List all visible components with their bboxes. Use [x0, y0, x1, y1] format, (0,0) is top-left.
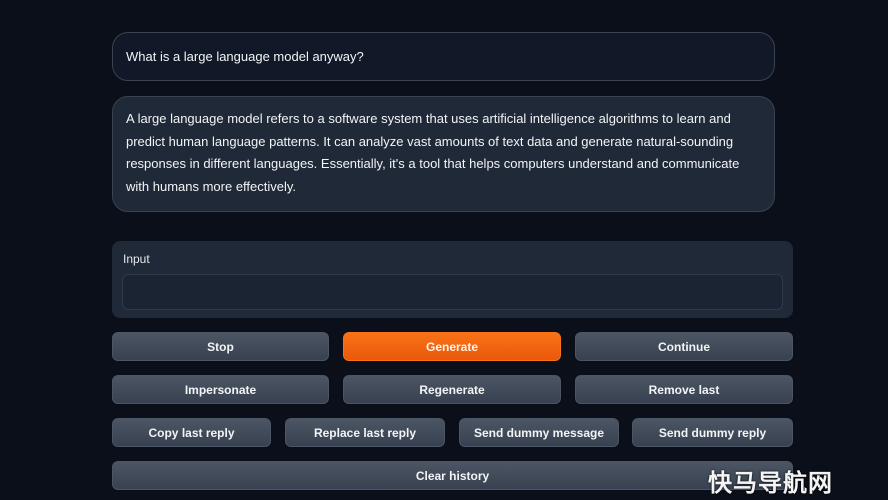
stop-button[interactable]: Stop [112, 332, 329, 361]
user-message-text: What is a large language model anyway? [126, 49, 364, 64]
impersonate-button[interactable]: Impersonate [112, 375, 329, 404]
bot-message-text: A large language model refers to a softw… [126, 111, 740, 194]
copy-last-reply-button[interactable]: Copy last reply [112, 418, 271, 447]
input-field[interactable] [122, 274, 783, 310]
chat-page: What is a large language model anyway? A… [0, 0, 888, 500]
send-dummy-message-button[interactable]: Send dummy message [459, 418, 619, 447]
remove-last-button[interactable]: Remove last [575, 375, 793, 404]
clear-history-button[interactable]: Clear history [112, 461, 793, 490]
send-dummy-reply-button[interactable]: Send dummy reply [632, 418, 793, 447]
replace-last-reply-button[interactable]: Replace last reply [285, 418, 445, 447]
continue-button[interactable]: Continue [575, 332, 793, 361]
watermark-logo: 快马导航网 [708, 470, 833, 497]
user-message: What is a large language model anyway? [112, 32, 775, 81]
input-panel: Input [112, 241, 793, 318]
bot-message: A large language model refers to a softw… [112, 96, 775, 212]
input-label: Input [123, 252, 150, 266]
regenerate-button[interactable]: Regenerate [343, 375, 561, 404]
generate-button[interactable]: Generate [343, 332, 561, 361]
